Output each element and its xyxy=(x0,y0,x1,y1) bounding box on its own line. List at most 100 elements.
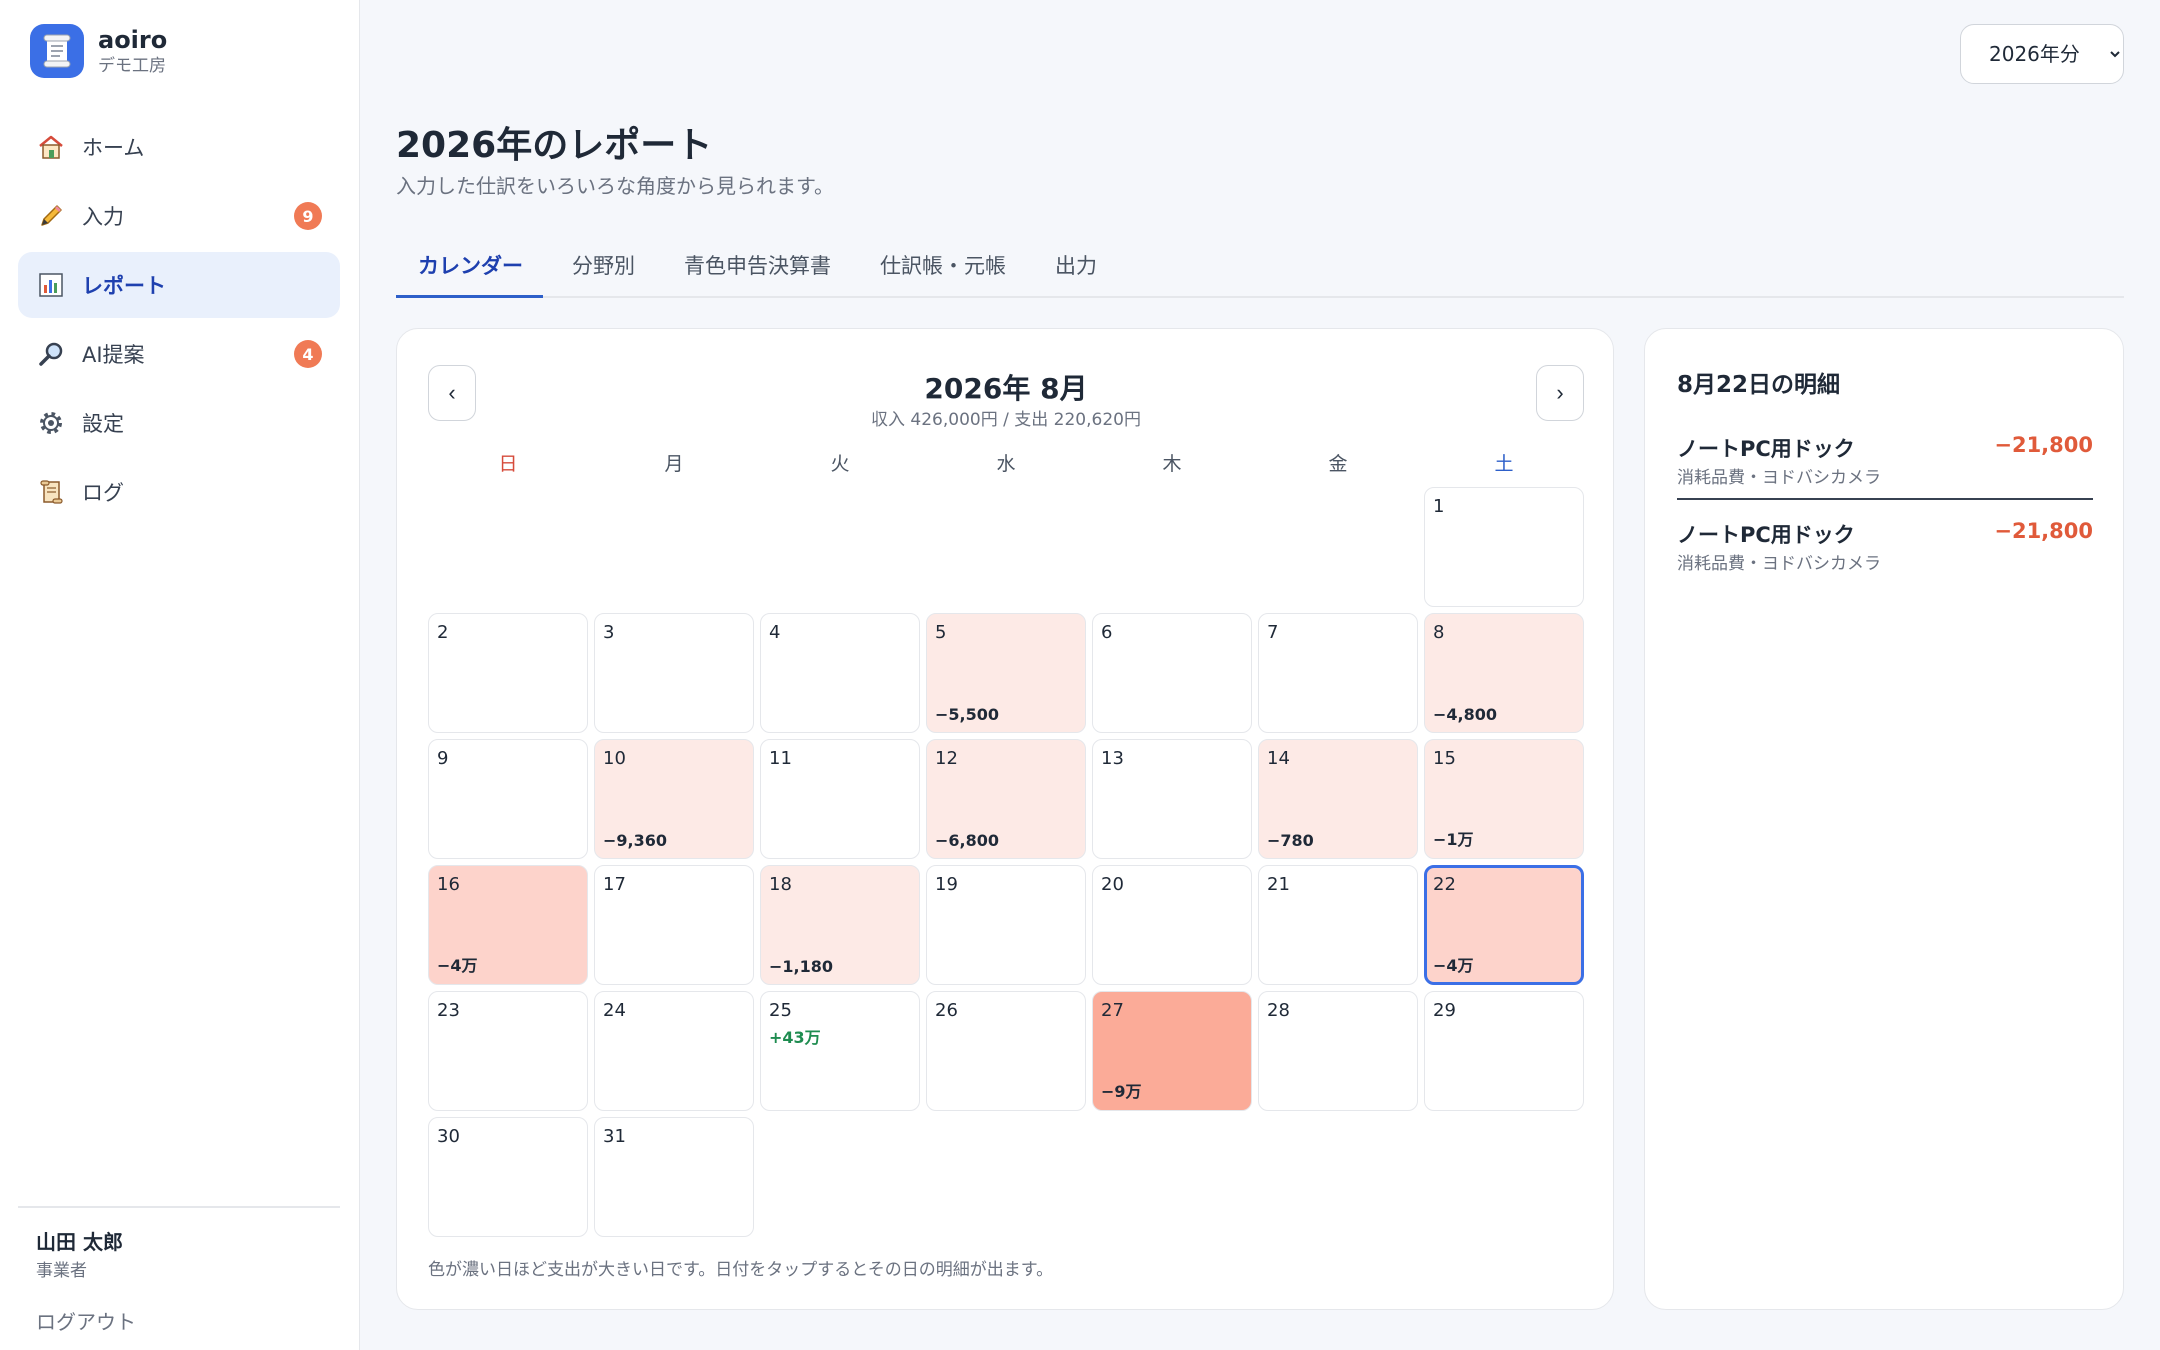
calendar-day-cell[interactable]: 24 xyxy=(594,991,754,1111)
sidebar: aoiro デモ工房 ホーム 入力 9 レポート AI提案 4 設定 ログ 山田… xyxy=(0,0,360,1350)
scroll-logo-icon xyxy=(30,24,84,78)
brand: aoiro デモ工房 xyxy=(30,24,167,78)
gear-icon xyxy=(36,408,66,438)
calendar-day-cell[interactable]: 27 −9万 xyxy=(1092,991,1252,1111)
day-number: 20 xyxy=(1101,874,1124,895)
day-number: 4 xyxy=(769,622,781,643)
day-number: 24 xyxy=(603,1000,626,1021)
sidebar-item-report[interactable]: レポート xyxy=(18,252,340,318)
day-number: 31 xyxy=(603,1126,626,1147)
tab-category[interactable]: 分野別 xyxy=(550,244,655,296)
logout-link[interactable]: ログアウト xyxy=(36,1306,136,1335)
calendar-day-cell[interactable]: 26 xyxy=(926,991,1086,1111)
day-number: 15 xyxy=(1433,748,1456,769)
calendar-day-cell[interactable]: 15 −1万 xyxy=(1424,739,1584,859)
calendar-day-cell[interactable]: 1 xyxy=(1424,487,1584,607)
day-expense: −9,360 xyxy=(603,831,668,850)
report-tabs: カレンダー 分野別 青色申告決算書 仕訳帳・元帳 出力 xyxy=(396,244,2124,298)
badge-count: 9 xyxy=(294,202,322,230)
calendar-day-cell[interactable]: 22 −4万 xyxy=(1424,865,1584,985)
day-number: 25 xyxy=(769,1000,792,1021)
calendar-day-cell[interactable]: 2 xyxy=(428,613,588,733)
calendar-day-cell[interactable]: 6 xyxy=(1092,613,1252,733)
calendar-day-cell[interactable]: 23 xyxy=(428,991,588,1111)
calendar-day-cell[interactable]: 18 −1,180 xyxy=(760,865,920,985)
entry-category: 消耗品費・ヨドバシカメラ xyxy=(1677,468,1881,488)
calendar-day-cell[interactable]: 30 xyxy=(428,1117,588,1237)
sidebar-item-label: ホーム xyxy=(82,136,145,160)
calendar-day-cell[interactable]: 28 xyxy=(1258,991,1418,1111)
year-select[interactable]: 2026年分 xyxy=(1960,24,2124,84)
calendar-day-cell[interactable]: 9 xyxy=(428,739,588,859)
sidebar-item-ai[interactable]: AI提案 4 xyxy=(18,321,340,387)
day-number: 28 xyxy=(1267,1000,1290,1021)
tab-calendar[interactable]: カレンダー xyxy=(396,244,543,298)
calendar-card: ‹ 2026年 8月 収入 426,000円 / 支出 220,620円 › 日… xyxy=(396,328,1614,1310)
calendar-day-cell[interactable]: 13 xyxy=(1092,739,1252,859)
day-number: 5 xyxy=(935,622,947,643)
weekday-label: 土 xyxy=(1494,453,1514,475)
scroll-icon xyxy=(36,477,66,507)
day-number: 30 xyxy=(437,1126,460,1147)
user-name: 山田 太郎 xyxy=(36,1230,123,1254)
entry-amount: −21,800 xyxy=(1994,433,2093,457)
sidebar-item-input[interactable]: 入力 9 xyxy=(18,183,340,249)
day-detail-card: 8月22日の明細 ノートPC用ドック 消耗品費・ヨドバシカメラ −21,800 … xyxy=(1644,328,2124,1310)
day-number: 29 xyxy=(1433,1000,1456,1021)
day-expense: −780 xyxy=(1267,831,1314,850)
day-number: 13 xyxy=(1101,748,1124,769)
day-expense: −9万 xyxy=(1101,1082,1142,1101)
sidebar-item-settings[interactable]: 設定 xyxy=(18,390,340,456)
calendar-day-cell[interactable]: 20 xyxy=(1092,865,1252,985)
calendar-day-cell[interactable]: 29 xyxy=(1424,991,1584,1111)
day-number: 9 xyxy=(437,748,449,769)
calendar-day-cell[interactable]: 14 −780 xyxy=(1258,739,1418,859)
sidebar-item-label: 設定 xyxy=(82,412,124,436)
sidebar-item-log[interactable]: ログ xyxy=(18,459,340,525)
calendar-note: 色が濃い日ほど支出が大きい日です。日付をタップするとその日の明細が出ます。 xyxy=(428,1260,1054,1280)
calendar-day-cell[interactable]: 19 xyxy=(926,865,1086,985)
chart-icon xyxy=(36,270,66,300)
calendar-day-cell[interactable]: 10 −9,360 xyxy=(594,739,754,859)
entry-divider xyxy=(1677,498,2093,500)
entry-amount: −21,800 xyxy=(1994,519,2093,543)
day-number: 3 xyxy=(603,622,615,643)
weekday-label: 水 xyxy=(996,453,1016,475)
entry-category: 消耗品費・ヨドバシカメラ xyxy=(1677,554,1881,574)
calendar-day-cell[interactable]: 31 xyxy=(594,1117,754,1237)
detail-entry[interactable]: ノートPC用ドック 消耗品費・ヨドバシカメラ −21,800 xyxy=(1677,433,2093,503)
calendar-day-cell[interactable]: 12 −6,800 xyxy=(926,739,1086,859)
calendar-day-cell[interactable]: 7 xyxy=(1258,613,1418,733)
brand-name: aoiro xyxy=(98,26,168,54)
calendar-day-cell[interactable]: 17 xyxy=(594,865,754,985)
sidebar-item-home[interactable]: ホーム xyxy=(18,114,340,180)
day-number: 11 xyxy=(769,748,792,769)
calendar-day-cell[interactable]: 25 +43万 xyxy=(760,991,920,1111)
day-number: 26 xyxy=(935,1000,958,1021)
day-number: 14 xyxy=(1267,748,1290,769)
sidebar-item-label: レポート xyxy=(82,274,166,298)
next-month-button[interactable]: › xyxy=(1536,365,1584,421)
calendar-day-cell[interactable]: 4 xyxy=(760,613,920,733)
calendar-day-cell[interactable]: 8 −4,800 xyxy=(1424,613,1584,733)
sidebar-nav: ホーム 入力 9 レポート AI提案 4 設定 ログ xyxy=(18,114,340,528)
brand-subtitle: デモ工房 xyxy=(98,56,166,76)
calendar-day-cell[interactable]: 16 −4万 xyxy=(428,865,588,985)
day-number: 10 xyxy=(603,748,626,769)
tab-export[interactable]: 出力 xyxy=(1033,244,1117,296)
calendar-day-cell[interactable]: 11 xyxy=(760,739,920,859)
tab-blue-return[interactable]: 青色申告決算書 xyxy=(662,244,851,296)
day-expense: −4万 xyxy=(437,956,478,975)
calendar-day-cell[interactable]: 5 −5,500 xyxy=(926,613,1086,733)
calendar-day-cell[interactable]: 21 xyxy=(1258,865,1418,985)
home-icon xyxy=(36,132,66,162)
weekday-label: 日 xyxy=(498,453,518,475)
detail-entry[interactable]: ノートPC用ドック 消耗品費・ヨドバシカメラ −21,800 xyxy=(1677,519,2093,589)
day-expense: −4万 xyxy=(1433,956,1474,975)
calendar-day-cell[interactable]: 3 xyxy=(594,613,754,733)
calendar-month-summary: 収入 426,000円 / 支出 220,620円 xyxy=(871,410,1141,430)
sidebar-item-label: 入力 xyxy=(82,205,124,229)
tab-journal-ledger[interactable]: 仕訳帳・元帳 xyxy=(858,244,1026,296)
day-number: 12 xyxy=(935,748,958,769)
day-expense: −1,180 xyxy=(769,957,834,976)
